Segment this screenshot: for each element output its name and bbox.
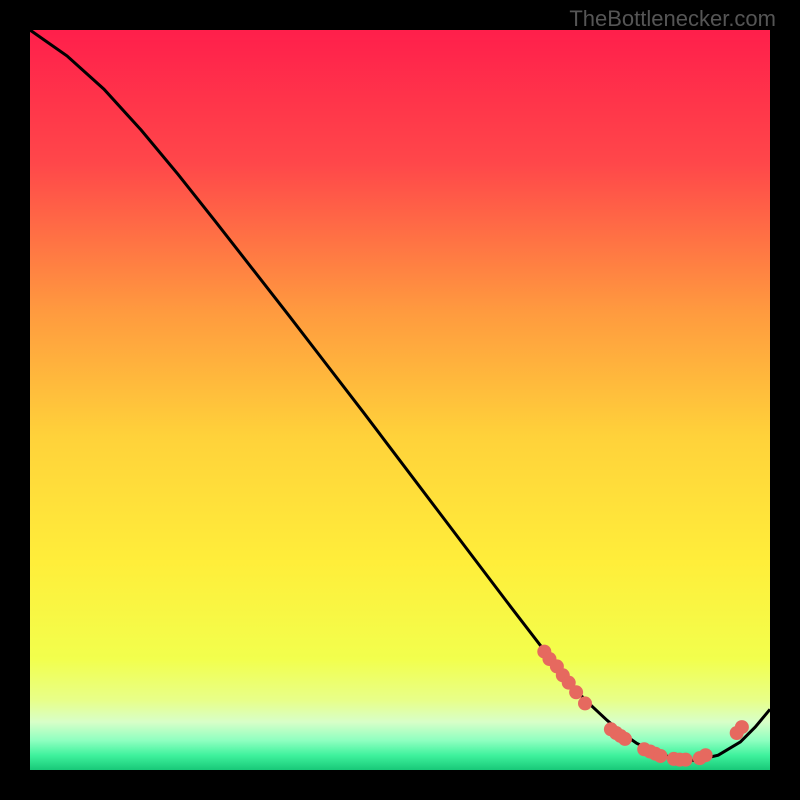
gradient-background [30,30,770,770]
watermark-text: TheBottlenecker.com [569,6,776,32]
data-marker [699,748,713,762]
data-marker [735,720,749,734]
data-marker [569,685,583,699]
data-marker [679,753,693,767]
data-marker [578,696,592,710]
chart-container: TheBottlenecker.com [0,0,800,800]
data-marker [618,732,632,746]
plot-area [30,30,770,770]
data-marker [653,749,667,763]
chart-svg [30,30,770,770]
